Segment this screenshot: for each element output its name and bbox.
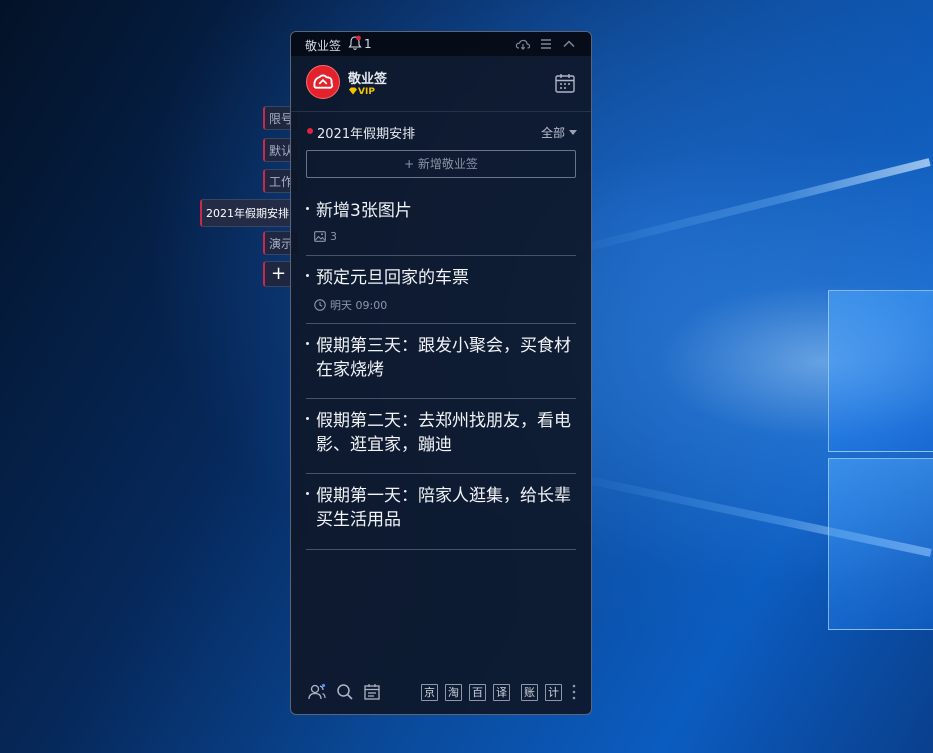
wallpaper-beam [560, 158, 931, 258]
wallpaper-logo-pane [828, 290, 933, 452]
chevron-down-icon[interactable] [569, 130, 577, 135]
note-bullet [306, 342, 309, 345]
side-tab-active[interactable]: 2021年假期安排 [200, 199, 292, 227]
note-item[interactable]: 假期第三天：跟发小聚会，买食材在家烧烤 [306, 334, 576, 399]
add-note-button[interactable]: + 新增敬业签 [306, 150, 576, 178]
logo-icon [313, 74, 334, 89]
category-dot [307, 128, 313, 134]
window-title: 敬业签 [305, 39, 342, 53]
sticky-notes-window: 敬业签 1 敬业签 VIP 2021年假期安排 全部 + 新增敬业签 新增3张图… [290, 31, 592, 715]
app-header: 敬业签 VIP [291, 56, 591, 112]
avatar[interactable] [306, 65, 340, 99]
filter-dropdown[interactable]: 全部 [541, 124, 565, 141]
add-category-button[interactable]: + [263, 261, 293, 287]
category-title: 2021年假期安排 [317, 127, 416, 142]
note-item[interactable]: 假期第二天：去郑州找朋友，看电影、逛宜家，蹦迪 [306, 409, 576, 474]
team-icon[interactable] [307, 682, 327, 702]
shortcut-baidu[interactable]: 百 [469, 684, 486, 701]
note-text[interactable]: 假期第一天：陪家人逛集，给长辈买生活用品 [316, 484, 574, 532]
vip-label: VIP [358, 87, 375, 97]
search-icon[interactable] [335, 682, 355, 702]
calendar-icon[interactable] [554, 72, 576, 94]
app-name: 敬业签 [348, 72, 388, 87]
note-text[interactable]: 假期第三天：跟发小聚会，买食材在家烧烤 [316, 334, 574, 382]
note-item[interactable]: 新增3张图片 3 [306, 199, 576, 256]
note-bullet [306, 417, 309, 420]
bottom-toolbar: 京 淘 百 译 账 计 [291, 672, 591, 714]
note-text[interactable]: 预定元旦回家的车票 [316, 266, 574, 290]
reminder-time: 明天 09:00 [330, 299, 388, 312]
collapse-icon[interactable] [561, 36, 577, 52]
vip-badge[interactable]: VIP [348, 87, 375, 97]
title-bar[interactable]: 敬业签 1 [291, 32, 591, 56]
image-icon [314, 231, 326, 242]
shortcut-account[interactable]: 账 [521, 684, 538, 701]
diamond-icon [349, 87, 357, 95]
calendar-list-icon[interactable] [362, 682, 382, 702]
cloud-sync-icon[interactable] [515, 36, 531, 52]
shortcut-calculator[interactable]: 计 [545, 684, 562, 701]
note-text[interactable]: 新增3张图片 [316, 199, 574, 223]
clock-icon [314, 299, 326, 311]
reminder-count: 1 [364, 37, 372, 51]
note-item[interactable]: 假期第一天：陪家人逛集，给长辈买生活用品 [306, 484, 576, 550]
wallpaper-logo-pane [828, 458, 933, 630]
image-count: 3 [330, 230, 337, 243]
note-meta: 3 [314, 230, 337, 243]
shortcut-translate[interactable]: 译 [493, 684, 510, 701]
category-bar: 2021年假期安排 全部 [291, 122, 591, 142]
shortcut-jd[interactable]: 京 [421, 684, 438, 701]
menu-icon[interactable] [538, 36, 554, 52]
note-bullet [306, 492, 309, 495]
more-icon[interactable] [572, 683, 576, 701]
note-item[interactable]: 预定元旦回家的车票 明天 09:00 [306, 266, 576, 324]
bell-icon[interactable] [348, 35, 362, 51]
note-meta: 明天 09:00 [314, 297, 387, 313]
shortcut-taobao[interactable]: 淘 [445, 684, 462, 701]
note-text[interactable]: 假期第二天：去郑州找朋友，看电影、逛宜家，蹦迪 [316, 409, 574, 457]
note-bullet [306, 207, 309, 210]
note-bullet [306, 274, 309, 277]
